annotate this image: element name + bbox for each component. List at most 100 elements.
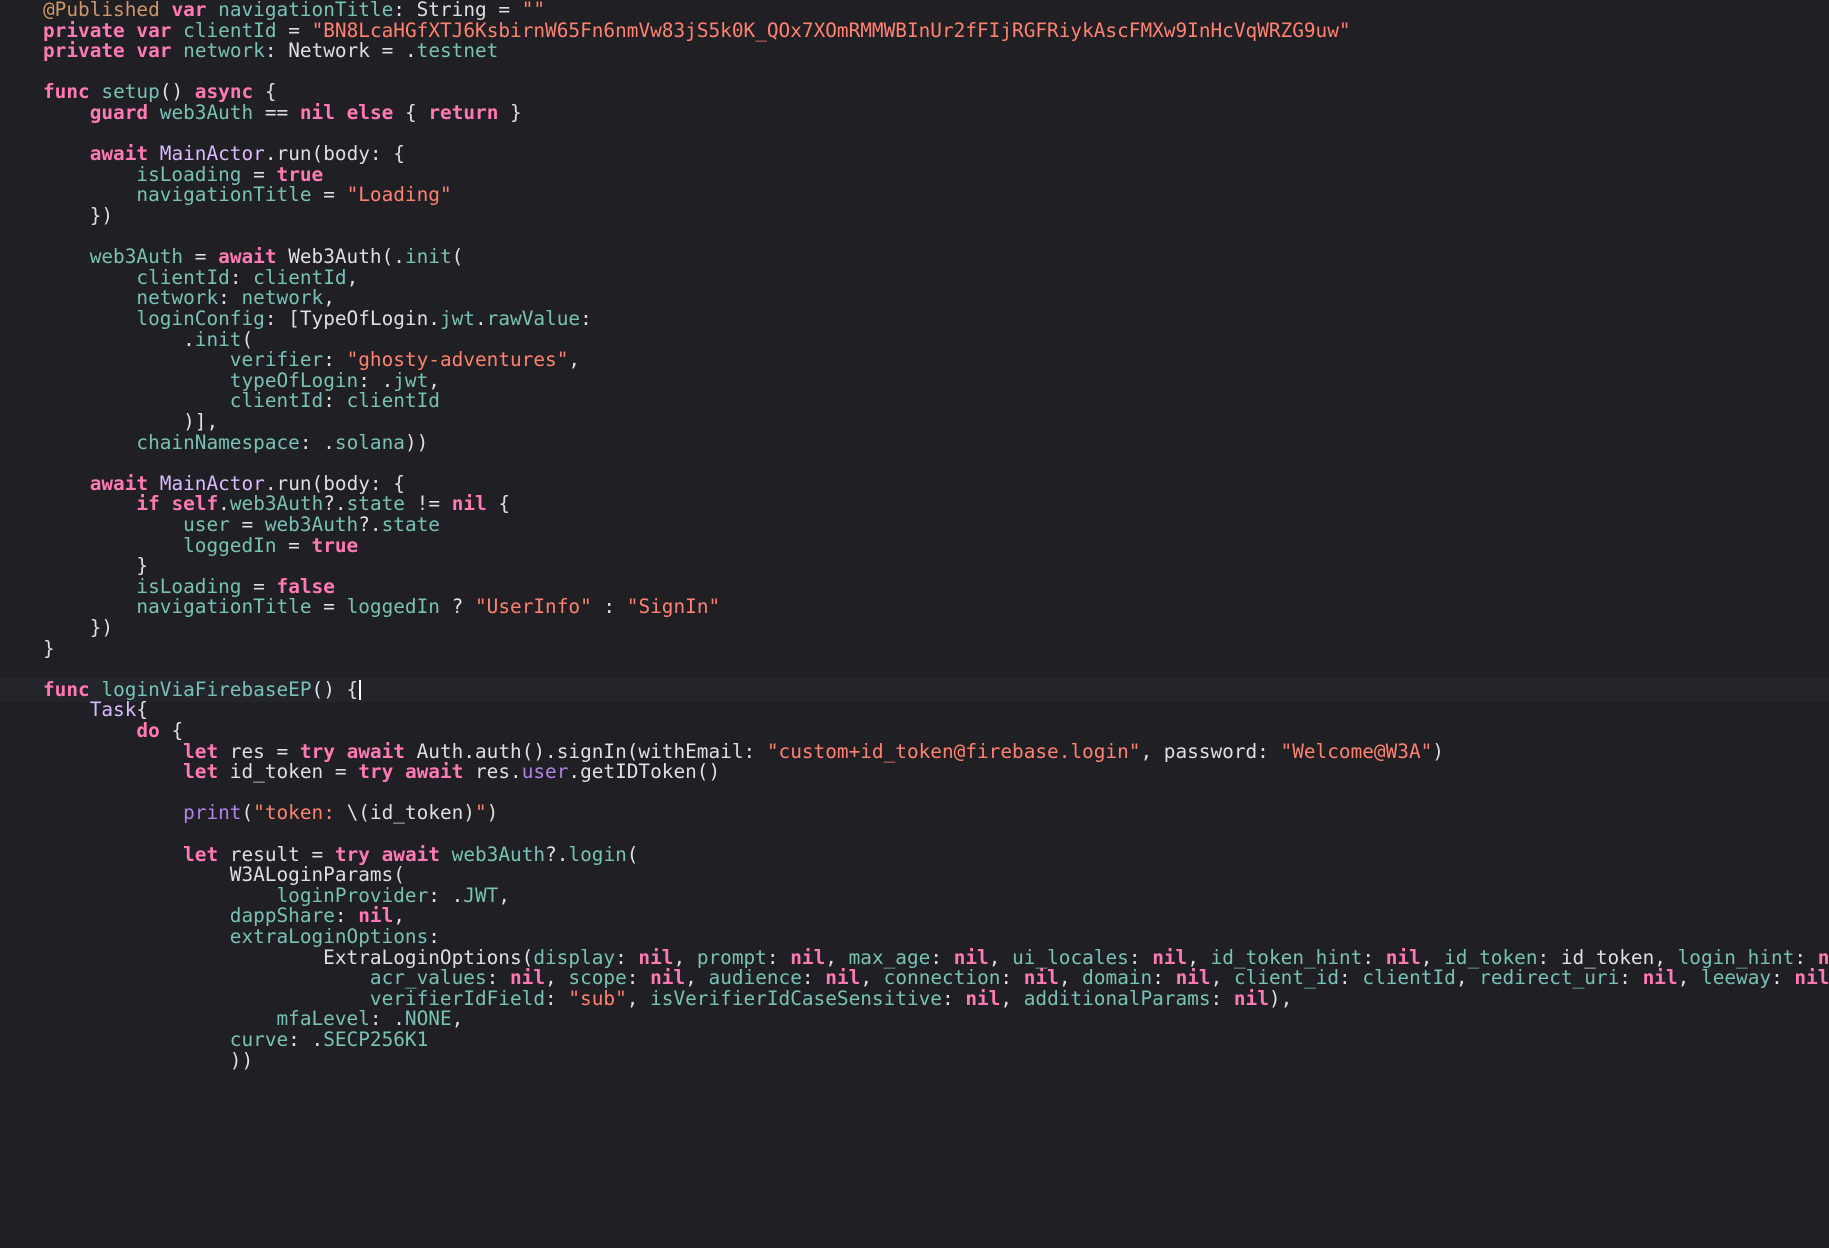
function-token: print [183, 801, 242, 825]
plain-token: : . [358, 368, 394, 392]
identifier-token: web3Auth [229, 492, 324, 516]
plain-token: , [545, 966, 569, 990]
plain-token: , [825, 945, 849, 969]
identifier-token: isLoading [136, 162, 242, 186]
plain-token: : [591, 595, 627, 619]
identifier-token: web3Auth [89, 245, 184, 269]
identifier-token: id_token [1444, 945, 1538, 969]
plain-token: () { [311, 677, 359, 701]
identifier-token: verifier [229, 348, 324, 372]
keyword-token: nil [1175, 966, 1211, 990]
identifier-token: additionalParams [1023, 986, 1211, 1010]
identifier-token: max_age [848, 945, 931, 969]
plain-token: ExtraLoginOptions( [43, 945, 534, 969]
keyword-token: try [358, 760, 394, 784]
plain-token: = [241, 574, 277, 598]
plain-token: = [311, 595, 347, 619]
keyword-token: nil [510, 966, 546, 990]
keyword-token: false [276, 574, 335, 598]
keyword-token: var [136, 18, 172, 42]
identifier-token: client_id [1233, 966, 1340, 990]
identifier-token: dappShare [229, 904, 335, 928]
keyword-token: await [89, 142, 149, 166]
plain-token: : [1794, 945, 1818, 969]
plain-token: , [860, 966, 884, 990]
keyword-token: nil [451, 492, 487, 516]
keyword-token: return [428, 101, 499, 124]
plain-token: : [1619, 966, 1643, 990]
plain-token: { [393, 101, 429, 124]
type-token: MainActor [159, 142, 265, 166]
keyword-token: let [183, 760, 219, 784]
plain-token: , [1455, 966, 1480, 990]
keyword-token: nil [790, 945, 826, 969]
plain-token: = [276, 18, 312, 42]
identifier-token: prompt [696, 945, 767, 969]
keyword-token: await [381, 842, 440, 866]
code-line[interactable]: )) [0, 1049, 1829, 1073]
keyword-token: nil [1233, 986, 1269, 1010]
identifier-token: login_hint [1677, 945, 1795, 969]
keyword-token: nil [358, 904, 394, 928]
identifier-token: loginProvider [276, 883, 429, 907]
plain-token: }) [43, 616, 114, 639]
plain-token: , [346, 265, 359, 289]
plain-token: : [1210, 986, 1234, 1010]
keyword-token: await [218, 245, 277, 269]
string-token: "SignIn" [626, 595, 721, 619]
plain-token: == [253, 101, 300, 124]
keyword-token: try [334, 842, 370, 866]
plain-token: , [1058, 966, 1083, 990]
plain-token: } [43, 636, 55, 660]
keyword-token: private [43, 39, 125, 63]
plain-token: ? [439, 595, 475, 619]
keyword-token: func [43, 80, 90, 104]
code-editor[interactable]: @Published var navigationTitle: String =… [0, 0, 1829, 1248]
keyword-token: nil [953, 945, 989, 969]
plain-token: { [159, 719, 184, 742]
identifier-token: network [183, 39, 265, 63]
identifier-token: clientId [253, 265, 347, 289]
identifier-token: loginConfig [136, 307, 265, 330]
identifier-token: display [533, 945, 616, 969]
keyword-token: nil [825, 966, 861, 990]
identifier-token: NONE [404, 1007, 452, 1031]
plain-token: { [136, 698, 149, 722]
plain-token: : id_token, [1537, 945, 1678, 969]
string-token: "Loading" [346, 183, 452, 207]
plain-token: ( [626, 842, 639, 866]
plain-token: Auth.auth().signIn(withEmail: [404, 739, 767, 763]
plain-token: res. [463, 760, 522, 784]
plain-token: { [253, 80, 277, 104]
identifier-token: network [136, 286, 219, 310]
string-token: " [474, 801, 487, 825]
plain-token: , [428, 368, 440, 392]
keyword-token: let [183, 842, 219, 866]
plain-token: = [276, 533, 312, 557]
plain-token: , [1210, 966, 1234, 990]
plain-token: Web3Auth(. [276, 245, 405, 269]
plain-token: : [626, 966, 651, 990]
plain-token: id_token = [218, 760, 359, 784]
keyword-token: await [346, 739, 405, 763]
identifier-token: login [568, 842, 627, 866]
